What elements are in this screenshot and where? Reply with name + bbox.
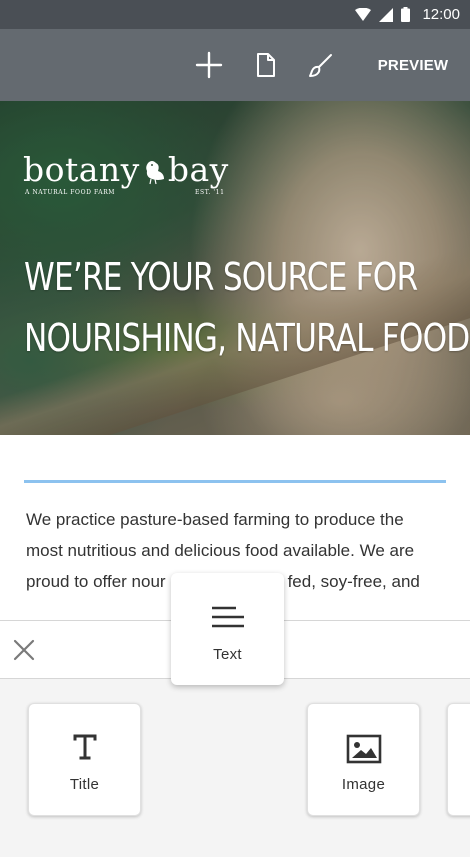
text-align-icon xyxy=(171,605,284,629)
preview-button[interactable]: PREVIEW xyxy=(366,29,460,101)
page-icon xyxy=(257,53,275,77)
block-text-card-dragging[interactable]: Text xyxy=(171,573,284,685)
hero-headline-line: NOURISHING, NATURAL FOOD xyxy=(24,316,470,360)
block-image-card[interactable]: Image xyxy=(307,703,420,816)
wifi-icon xyxy=(355,8,372,21)
pages-button[interactable] xyxy=(248,29,284,101)
brand-logo: botany bay A NATURAL FOOD FARM EST. '11 xyxy=(23,153,233,199)
logo-wordmark-right: bay xyxy=(167,150,229,189)
bird-logo-icon xyxy=(146,161,164,185)
status-icons: 12:00 xyxy=(355,0,460,29)
status-time: 12:00 xyxy=(422,6,460,23)
logo-tagline: A NATURAL FOOD FARM xyxy=(25,189,116,196)
close-button[interactable] xyxy=(8,634,40,666)
battery-icon xyxy=(401,7,411,22)
block-title-card[interactable]: Title xyxy=(28,703,141,816)
close-icon xyxy=(13,639,35,661)
hero-headline-line: WE’RE YOUR SOURCE FOR xyxy=(24,255,418,299)
block-title-label: Title xyxy=(69,776,100,793)
logo-wordmark-left: botany xyxy=(23,150,140,189)
title-t-icon xyxy=(29,734,140,760)
logo-established: EST. '11 xyxy=(195,189,225,196)
block-text-label: Text xyxy=(213,646,242,663)
block-next-card[interactable] xyxy=(447,703,470,816)
hero-banner[interactable]: botany bay A NATURAL FOOD FARM EST. '11 W… xyxy=(0,101,470,435)
image-icon xyxy=(308,734,419,764)
style-button[interactable] xyxy=(302,29,340,101)
editor-toolbar: PREVIEW xyxy=(0,29,470,101)
status-bar: 12:00 xyxy=(0,0,470,29)
accent-divider xyxy=(24,480,446,483)
signal-icon xyxy=(379,7,394,22)
add-button[interactable] xyxy=(190,29,228,101)
hero-headline[interactable]: WE’RE YOUR SOURCE FOR NOURISHING, NATURA… xyxy=(24,247,470,369)
block-image-label: Image xyxy=(341,776,386,793)
body-line: most nutritious and delicious food avail… xyxy=(26,541,415,560)
plus-icon xyxy=(195,51,223,79)
body-line: We practice pasture-based farming to pro… xyxy=(26,510,404,529)
brush-icon xyxy=(309,54,332,77)
